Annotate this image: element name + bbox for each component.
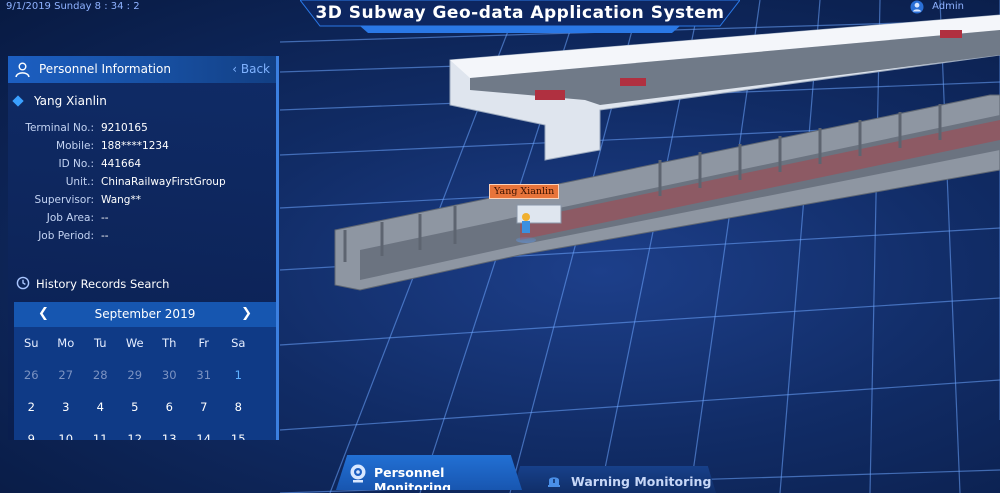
person-icon — [15, 62, 30, 78]
weekday-label: Su — [23, 336, 39, 350]
weekday-label: Mo — [57, 336, 75, 350]
field-label: Unit.: — [65, 176, 94, 188]
app-title: 3D Subway Geo-data Application System — [315, 3, 725, 23]
diamond-icon — [12, 95, 24, 107]
tab-personnel-monitoring[interactable]: Personnel Monitoring — [336, 455, 522, 490]
info-row-mobile: Mobile: 188****1234 — [8, 140, 268, 158]
calendar-day[interactable]: 2 — [14, 391, 49, 423]
field-value: 441664 — [101, 158, 142, 170]
weekday-header-row: Su Mo Tu We Th Fr Sa — [14, 327, 276, 359]
personnel-info-panel: Personnel Information ‹ Back Yang Xianli… — [8, 56, 279, 440]
field-value: ChinaRailwayFirstGroup — [101, 176, 226, 188]
field-value: 9210165 — [101, 122, 148, 134]
date-picker-calendar: ❮ September 2019 ❯ Su Mo Tu We Th Fr Sa … — [14, 302, 276, 440]
calendar-day[interactable]: 12 — [118, 423, 153, 440]
field-label: ID No.: — [58, 158, 95, 170]
tab-warning-monitoring[interactable]: Warning Monitoring — [512, 466, 716, 493]
field-label: Job Area: — [46, 212, 94, 224]
panel-header: Personnel Information ‹ Back — [8, 56, 276, 83]
calendar-week-row: 9 10 11 12 13 14 15 — [14, 423, 276, 440]
history-clock-icon — [16, 276, 30, 290]
weekday-label: Fr — [198, 336, 209, 350]
next-month-button[interactable]: ❯ — [241, 306, 252, 321]
calendar-day[interactable]: 13 — [152, 423, 187, 440]
back-label: Back — [240, 62, 270, 76]
calendar-day[interactable]: 30 — [152, 359, 187, 391]
panel-title: Personnel Information — [39, 62, 171, 76]
calendar-week-row: 2 3 4 5 6 7 8 — [14, 391, 276, 423]
calendar-day[interactable]: 8 — [221, 391, 256, 423]
calendar-day[interactable]: 9 — [14, 423, 49, 440]
person-name: Yang Xianlin — [11, 94, 107, 108]
info-row-job-period: Job Period: -- — [8, 230, 268, 248]
top-bar: 9/1/2019 Sunday 8 : 34 : 2 3D Subway Geo… — [0, 0, 1000, 36]
calendar-day[interactable]: 29 — [118, 359, 153, 391]
camera-icon — [350, 464, 366, 483]
datetime-display: 9/1/2019 Sunday 8 : 34 : 2 — [6, 1, 140, 12]
info-table: Terminal No.: 9210165 Mobile: 188****123… — [8, 122, 268, 248]
tab-label: Personnel Monitoring — [374, 465, 452, 493]
calendar-day[interactable]: 11 — [83, 423, 118, 440]
calendar-week-row: 26 27 28 29 30 31 1 — [14, 359, 276, 391]
calendar-day[interactable]: 5 — [118, 391, 153, 423]
field-label: Terminal No.: — [25, 122, 94, 134]
user-name[interactable]: Admin — [932, 1, 964, 12]
person-name-text: Yang Xianlin — [34, 94, 107, 108]
calendar-day[interactable]: 10 — [49, 423, 84, 440]
info-row-terminal: Terminal No.: 9210165 — [8, 122, 268, 140]
calendar-header: ❮ September 2019 ❯ — [14, 302, 276, 327]
field-value: 188****1234 — [101, 140, 169, 152]
calendar-day[interactable]: 7 — [187, 391, 222, 423]
calendar-day[interactable]: 3 — [49, 391, 84, 423]
info-row-job-area: Job Area: -- — [8, 212, 268, 230]
calendar-day[interactable]: 15 — [221, 423, 256, 440]
tab-label: Warning Monitoring — [571, 474, 712, 489]
bottom-tabs: Warning Monitoring Personnel Monitoring — [0, 455, 1000, 493]
history-search-heading: History Records Search — [16, 276, 169, 291]
info-row-id: ID No.: 441664 — [8, 158, 268, 176]
field-label: Mobile: — [56, 140, 94, 152]
calendar-month-label: September 2019 — [94, 307, 196, 321]
person-location-tag[interactable]: Yang Xianlin — [489, 184, 560, 199]
calendar-day[interactable]: 14 — [187, 423, 222, 440]
info-row-unit: Unit.: ChinaRailwayFirstGroup — [8, 176, 268, 194]
weekday-label: We — [125, 336, 144, 350]
user-icon[interactable] — [910, 0, 924, 14]
weekday-label: Tu — [93, 336, 107, 350]
back-button[interactable]: ‹ Back — [232, 62, 270, 76]
field-label: Supervisor: — [34, 194, 94, 206]
field-value: -- — [101, 212, 109, 224]
calendar-day[interactable]: 28 — [83, 359, 118, 391]
warning-icon — [548, 477, 560, 487]
calendar-day-selected[interactable]: 1 — [221, 359, 256, 391]
tunnel-model — [334, 94, 1000, 291]
weekday-label: Sa — [231, 336, 246, 350]
calendar-day[interactable]: 4 — [83, 391, 118, 423]
calendar-day[interactable]: 27 — [49, 359, 84, 391]
history-title: History Records Search — [36, 277, 170, 291]
calendar-day[interactable]: 26 — [14, 359, 49, 391]
calendar-day[interactable]: 6 — [152, 391, 187, 423]
calendar-grid: Su Mo Tu We Th Fr Sa 26 27 28 29 30 31 1… — [14, 327, 276, 440]
chevron-left-icon: ‹ — [232, 62, 241, 76]
field-value: Wang** — [101, 194, 141, 206]
weekday-label: Th — [162, 336, 177, 350]
field-label: Job Period: — [38, 230, 94, 242]
field-value: -- — [101, 230, 109, 242]
calendar-day[interactable]: 31 — [187, 359, 222, 391]
info-row-supervisor: Supervisor: Wang** — [8, 194, 268, 212]
